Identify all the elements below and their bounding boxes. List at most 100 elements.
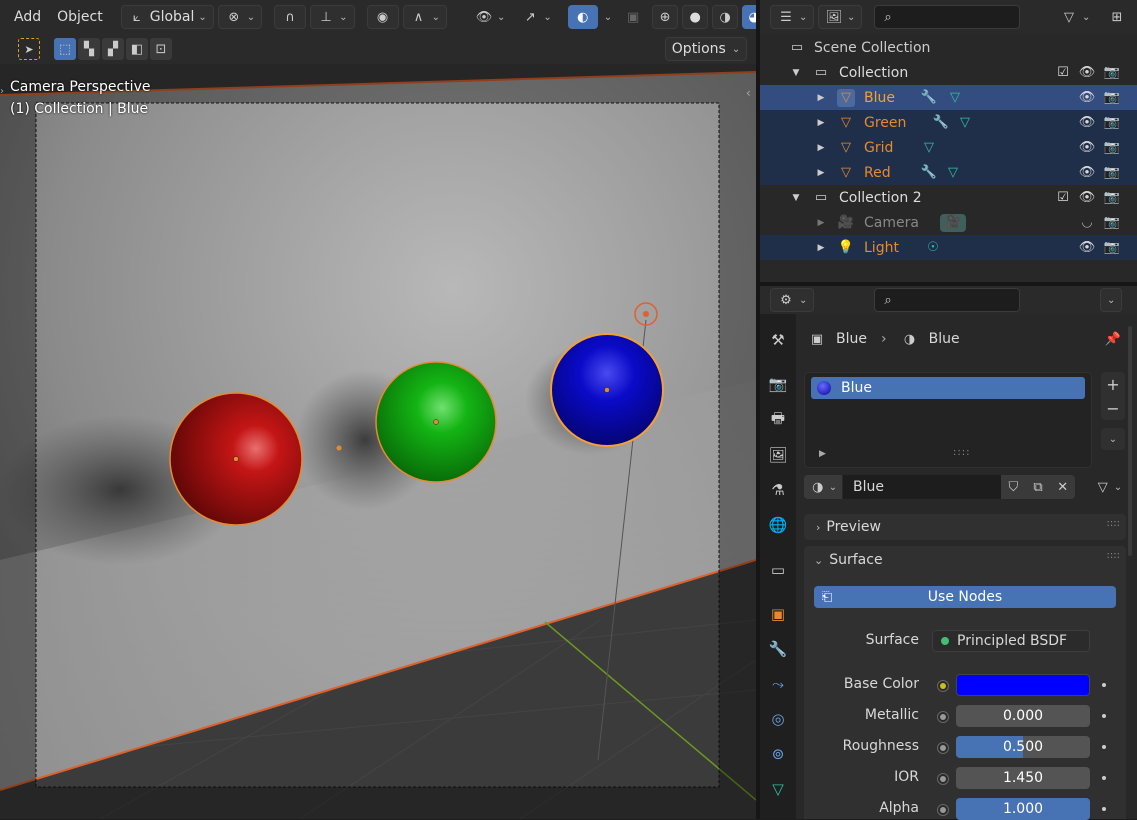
remove-slot-button[interactable]: −: [1101, 396, 1125, 420]
wrench-modifier-icon[interactable]: 🔧: [932, 114, 950, 132]
eye-icon[interactable]: 👁: [1078, 89, 1096, 107]
outliner[interactable]: ☰ ⌄ 🖼 ⌄ ⌕ ▽ ⌄ ⊞ ▭ Scene Collection ▼ ▭ Coll…: [760, 0, 1137, 282]
float-socket-icon[interactable]: [937, 804, 949, 816]
overlays-dropdown[interactable]: ⌄: [602, 5, 614, 29]
collapse-triangle-icon[interactable]: ▼: [790, 193, 802, 203]
proportional-edit-toggle[interactable]: ◉: [366, 5, 399, 29]
xray-toggle[interactable]: ▣: [618, 5, 648, 29]
light-data-icon[interactable]: ☉: [924, 239, 942, 257]
collection-tab-icon[interactable]: ▭: [766, 558, 790, 582]
keyframe-dot-icon[interactable]: [1102, 776, 1106, 780]
object-menu[interactable]: Object: [51, 5, 109, 29]
eye-closed-icon[interactable]: ◡: [1078, 214, 1096, 232]
particles-tab-icon[interactable]: ⤳: [766, 672, 790, 696]
expand-triangle-icon[interactable]: ▶: [815, 143, 827, 153]
mesh-data-icon[interactable]: ▽: [920, 139, 938, 157]
float-socket-icon[interactable]: [937, 742, 949, 754]
snap-dropdown[interactable]: ⊥ ⌄: [310, 5, 355, 29]
new-collection-button[interactable]: ⊞: [1102, 5, 1132, 29]
pin-icon[interactable]: 📌: [1104, 330, 1122, 348]
collapse-triangle-icon[interactable]: ▼: [790, 68, 802, 78]
keyframe-dot-icon[interactable]: [1102, 683, 1106, 687]
camera-render-icon[interactable]: 📷: [1103, 164, 1121, 182]
select-tool-button[interactable]: ➤: [18, 38, 40, 60]
camera-render-icon[interactable]: 📷: [1103, 239, 1121, 257]
expand-triangle-icon[interactable]: ▶: [815, 168, 827, 178]
drag-handle-icon[interactable]: ::::: [1107, 550, 1120, 561]
orientation-dropdown[interactable]: ⟀ Global ⌄: [120, 5, 214, 29]
expand-triangle-icon[interactable]: ▶: [815, 118, 827, 128]
shading-rendered[interactable]: ◕: [742, 5, 756, 29]
world-tab-icon[interactable]: 🌐: [766, 513, 790, 537]
camera-render-icon[interactable]: 📷: [1103, 64, 1121, 82]
visibility-dropdown[interactable]: 👁 ⌄: [469, 5, 511, 29]
checkbox-icon[interactable]: ☑: [1054, 189, 1072, 207]
sidebar-expand-icon[interactable]: ‹: [746, 86, 751, 100]
shading-material[interactable]: ◑: [712, 5, 739, 29]
camera-render-icon[interactable]: 📷: [1103, 114, 1121, 132]
mesh-data-icon[interactable]: ▽: [944, 164, 962, 182]
keyframe-dot-icon[interactable]: [1102, 745, 1106, 749]
select-mode-extend[interactable]: ▚: [78, 38, 100, 60]
use-nodes-button[interactable]: ⎗ Use Nodes: [814, 586, 1116, 608]
outliner-row-grid[interactable]: ▶ ▽ Grid ▽ 👁 📷: [760, 135, 1137, 160]
link-dropdown[interactable]: ▽ ⌄: [1088, 475, 1128, 499]
3d-viewport[interactable]: Add Object ⟀ Global ⌄ ⊗ ⌄ ∩ ⊥ ⌄ ◉ ∧ ⌄ 👁 ⌄ ↗ ⌄…: [0, 0, 756, 819]
editor-type-dropdown[interactable]: ☰ ⌄: [770, 5, 815, 29]
outliner-row-camera[interactable]: ▶ 🎥 Camera 🎥 ◡ 📷: [760, 210, 1137, 235]
outliner-row-green[interactable]: ▶ ▽ Green 🔧 ▽ 👁 📷: [760, 110, 1137, 135]
shading-solid[interactable]: ●: [682, 5, 709, 29]
keyframe-dot-icon[interactable]: [1102, 807, 1106, 811]
falloff-dropdown[interactable]: ∧ ⌄: [402, 5, 447, 29]
physics-tab-icon[interactable]: ◎: [766, 707, 790, 731]
camera-render-icon[interactable]: 📷: [1103, 89, 1121, 107]
preview-panel[interactable]: › Preview ::::: [804, 514, 1126, 540]
color-socket-icon[interactable]: [937, 680, 949, 692]
overlays-toggle[interactable]: ◐: [567, 5, 598, 29]
select-mode-intersect[interactable]: ⊡: [150, 38, 172, 60]
browse-material-button[interactable]: ◑ ⌄: [804, 475, 842, 499]
outliner-row-light[interactable]: ▶ 💡 Light ☉ 👁 📷: [760, 235, 1137, 260]
outliner-row-red[interactable]: ▶ ▽ Red 🔧 ▽ 👁 📷: [760, 160, 1137, 185]
float-socket-icon[interactable]: [937, 773, 949, 785]
fake-user-shield-icon[interactable]: ⛉: [1004, 478, 1022, 496]
viewport-scene[interactable]: [0, 0, 756, 819]
eye-icon[interactable]: 👁: [1078, 239, 1096, 257]
eye-icon[interactable]: 👁: [1078, 64, 1096, 82]
select-mode-invert[interactable]: ◧: [126, 38, 148, 60]
view-layer-tab-icon[interactable]: 🖼: [766, 443, 790, 467]
outliner-row-blue[interactable]: ▶ ▽ Blue 🔧 ▽ 👁 📷: [760, 85, 1137, 110]
object-tab-icon[interactable]: ▣: [766, 602, 790, 626]
resize-handle-icon[interactable]: ::::: [953, 447, 970, 458]
outliner-row-collection-2[interactable]: ▼ ▭ Collection 2 ☑ 👁 📷: [760, 185, 1137, 210]
surface-panel-header[interactable]: ⌄ Surface ::::: [804, 546, 1126, 574]
surface-shader-field[interactable]: Principled BSDF: [932, 630, 1090, 652]
float-socket-icon[interactable]: [937, 711, 949, 723]
snap-toggle[interactable]: ∩: [274, 5, 307, 29]
eye-icon[interactable]: 👁: [1078, 114, 1096, 132]
tool-tab-icon[interactable]: ⚒: [766, 328, 790, 352]
expand-triangle-icon[interactable]: ▶: [815, 218, 827, 228]
pivot-dropdown[interactable]: ⊗ ⌄: [217, 5, 263, 29]
eye-icon[interactable]: 👁: [1078, 164, 1096, 182]
shading-wireframe[interactable]: ⊕: [652, 5, 679, 29]
material-name-field[interactable]: Blue: [843, 475, 1001, 499]
checkbox-icon[interactable]: ☑: [1054, 64, 1072, 82]
roughness-slider[interactable]: 0.500: [956, 736, 1090, 758]
render-tab-icon[interactable]: 📷: [766, 372, 790, 396]
drag-handle-icon[interactable]: ::::: [1107, 518, 1120, 529]
expand-triangle-icon[interactable]: ▶: [815, 93, 827, 103]
properties-search-input[interactable]: ⌕: [874, 288, 1020, 312]
expand-triangle-icon[interactable]: ▶: [815, 243, 827, 253]
add-slot-button[interactable]: +: [1101, 372, 1125, 396]
eye-icon[interactable]: 👁: [1078, 139, 1096, 157]
wrench-modifier-icon[interactable]: 🔧: [920, 89, 938, 107]
options-dropdown[interactable]: Options ⌄: [665, 37, 747, 61]
outliner-row-scene-collection[interactable]: ▭ Scene Collection: [760, 35, 1137, 60]
editor-type-dropdown[interactable]: ⚙ ⌄: [770, 288, 815, 312]
select-mode-new[interactable]: ⬚: [54, 38, 76, 60]
camera-render-icon[interactable]: 📷: [1103, 214, 1121, 232]
filter-dropdown[interactable]: ▽ ⌄: [1054, 5, 1096, 29]
duplicate-icon[interactable]: ⧉: [1029, 478, 1047, 496]
add-menu[interactable]: Add: [8, 5, 47, 29]
